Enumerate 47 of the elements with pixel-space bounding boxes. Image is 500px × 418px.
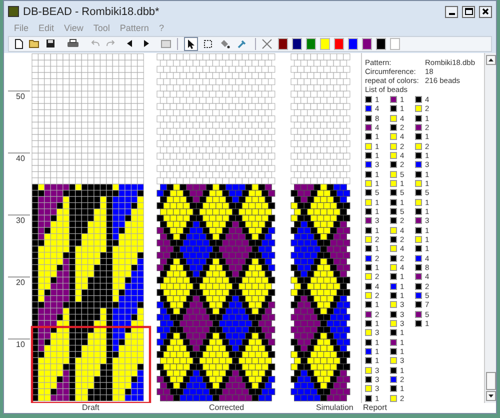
- menu-item[interactable]: Pattern: [120, 22, 149, 36]
- left-arrow-icon[interactable]: [127, 40, 132, 48]
- color-swatch[interactable]: [362, 38, 372, 50]
- color-swatch[interactable]: [376, 38, 386, 50]
- fill-icon: [220, 38, 230, 49]
- view-label: Report: [362, 403, 388, 413]
- maximize-icon: [464, 8, 472, 16]
- scroll-down-icon[interactable]: [486, 391, 496, 401]
- pointer-icon: [186, 38, 196, 49]
- axis-label: 10: [16, 340, 25, 349]
- minimize-icon: [448, 12, 454, 15]
- window-title: DB-BEAD - Rombiki18.dbb*: [23, 4, 160, 20]
- scroll-up-icon[interactable]: [486, 54, 496, 65]
- print-icon[interactable]: [67, 39, 79, 48]
- color-swatch[interactable]: [334, 38, 344, 50]
- view-label: Simulation: [316, 402, 354, 413]
- axis-label: 20: [16, 278, 25, 287]
- menu-item[interactable]: View: [64, 22, 84, 36]
- maximize-button[interactable]: [462, 6, 475, 18]
- scrollbar[interactable]: [484, 52, 496, 403]
- close-icon: [482, 8, 489, 16]
- menu-item[interactable]: Tool: [93, 22, 110, 36]
- menu-item[interactable]: Edit: [38, 22, 54, 36]
- minimize-button[interactable]: [445, 6, 458, 18]
- new-file-icon[interactable]: [15, 38, 23, 49]
- menu-item[interactable]: File: [14, 22, 29, 36]
- scroll-thumb[interactable]: [486, 372, 496, 390]
- right-arrow-icon[interactable]: [144, 40, 149, 48]
- tool-button[interactable]: [184, 36, 198, 51]
- selection-icon: [203, 38, 213, 49]
- color-swatch[interactable]: [292, 38, 302, 50]
- color-swatch[interactable]: [390, 38, 400, 50]
- axis-label: 50: [16, 92, 25, 101]
- folder-icon[interactable]: [29, 39, 40, 48]
- axis-label: 40: [16, 154, 25, 163]
- view-label: Draft: [82, 402, 100, 413]
- close-button[interactable]: [479, 6, 492, 18]
- view-label: Corrected: [209, 402, 244, 413]
- color-swatch[interactable]: [348, 38, 358, 50]
- axis-label: 30: [16, 216, 25, 225]
- cross-icon[interactable]: [262, 38, 272, 49]
- menu-item[interactable]: ?: [158, 22, 164, 36]
- color-swatch[interactable]: [278, 38, 288, 50]
- color-swatch[interactable]: [306, 38, 316, 50]
- save-icon[interactable]: [46, 39, 55, 48]
- app-icon: [8, 6, 19, 18]
- color-swatch[interactable]: [320, 38, 330, 50]
